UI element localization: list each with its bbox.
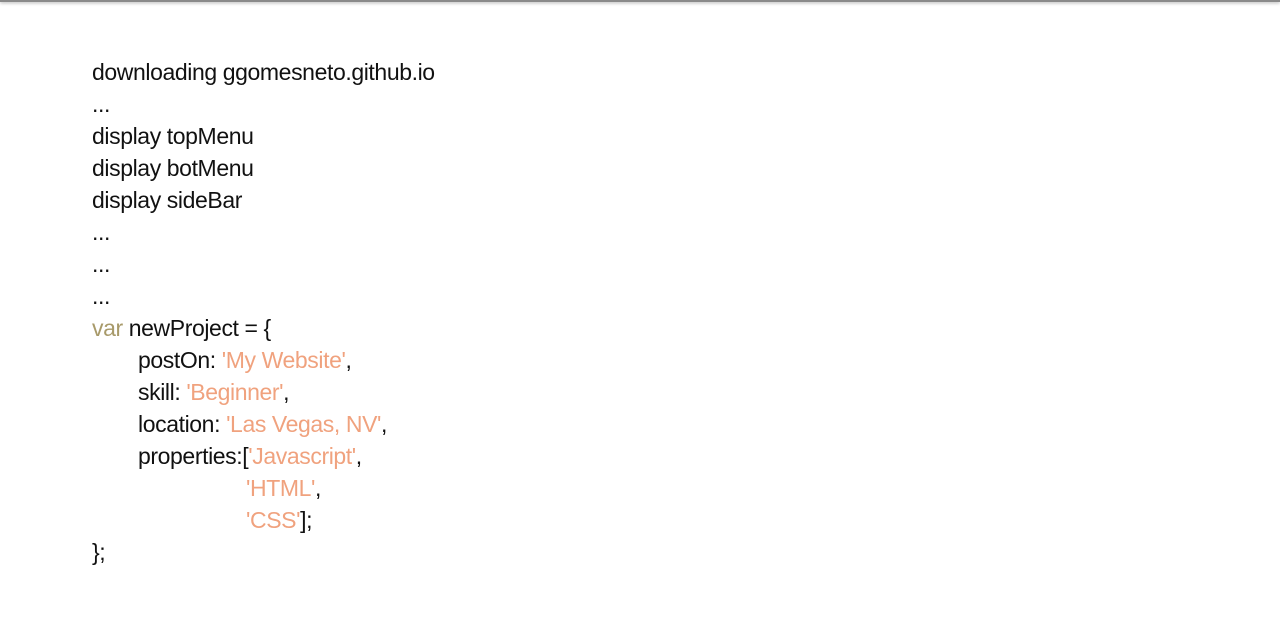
code-key: skill: — [138, 379, 187, 405]
code-property-line: skill: 'Beginner', — [92, 376, 1192, 408]
code-string: 'CSS' — [246, 507, 301, 533]
code-property-line: postOn: 'My Website', — [92, 344, 1192, 376]
code-declaration-line: var newProject = { — [92, 312, 1192, 344]
log-line: ... — [92, 283, 110, 309]
code-punct: , — [381, 411, 387, 437]
code-punct: , — [345, 347, 352, 373]
code-key: properties:[ — [138, 443, 249, 469]
code-punct: , — [315, 475, 321, 501]
code-punct: ]; — [300, 507, 313, 533]
code-array-item-line: 'HTML', — [92, 472, 1192, 504]
code-string: 'Las Vegas, NV' — [226, 411, 381, 437]
code-punct: , — [355, 443, 362, 469]
code-closing-line: }; — [92, 539, 106, 565]
log-line: ... — [92, 91, 110, 117]
log-line: downloading ggomesneto.github.io — [92, 59, 435, 85]
log-line: ... — [92, 219, 110, 245]
code-declaration: newProject = { — [122, 315, 271, 341]
code-string: 'HTML' — [246, 475, 315, 501]
typing-console: downloading ggomesneto.github.io ... dis… — [92, 56, 1192, 568]
code-string: 'My Website' — [221, 347, 346, 373]
code-keyword: var — [92, 315, 123, 341]
log-line: ... — [92, 251, 110, 277]
code-key: postOn: — [138, 347, 222, 373]
log-line: display botMenu — [92, 155, 254, 181]
code-property-line: properties:['Javascript', — [92, 440, 1192, 472]
log-line: display topMenu — [92, 123, 254, 149]
log-line: display sideBar — [92, 187, 242, 213]
code-property-line: location: 'Las Vegas, NV', — [92, 408, 1192, 440]
top-divider — [0, 0, 1280, 2]
code-string: 'Beginner' — [186, 379, 284, 405]
code-key: location: — [138, 411, 227, 437]
code-string: 'Javascript' — [248, 443, 356, 469]
code-array-item-line: 'CSS']; — [92, 504, 1192, 536]
code-punct: , — [283, 379, 290, 405]
